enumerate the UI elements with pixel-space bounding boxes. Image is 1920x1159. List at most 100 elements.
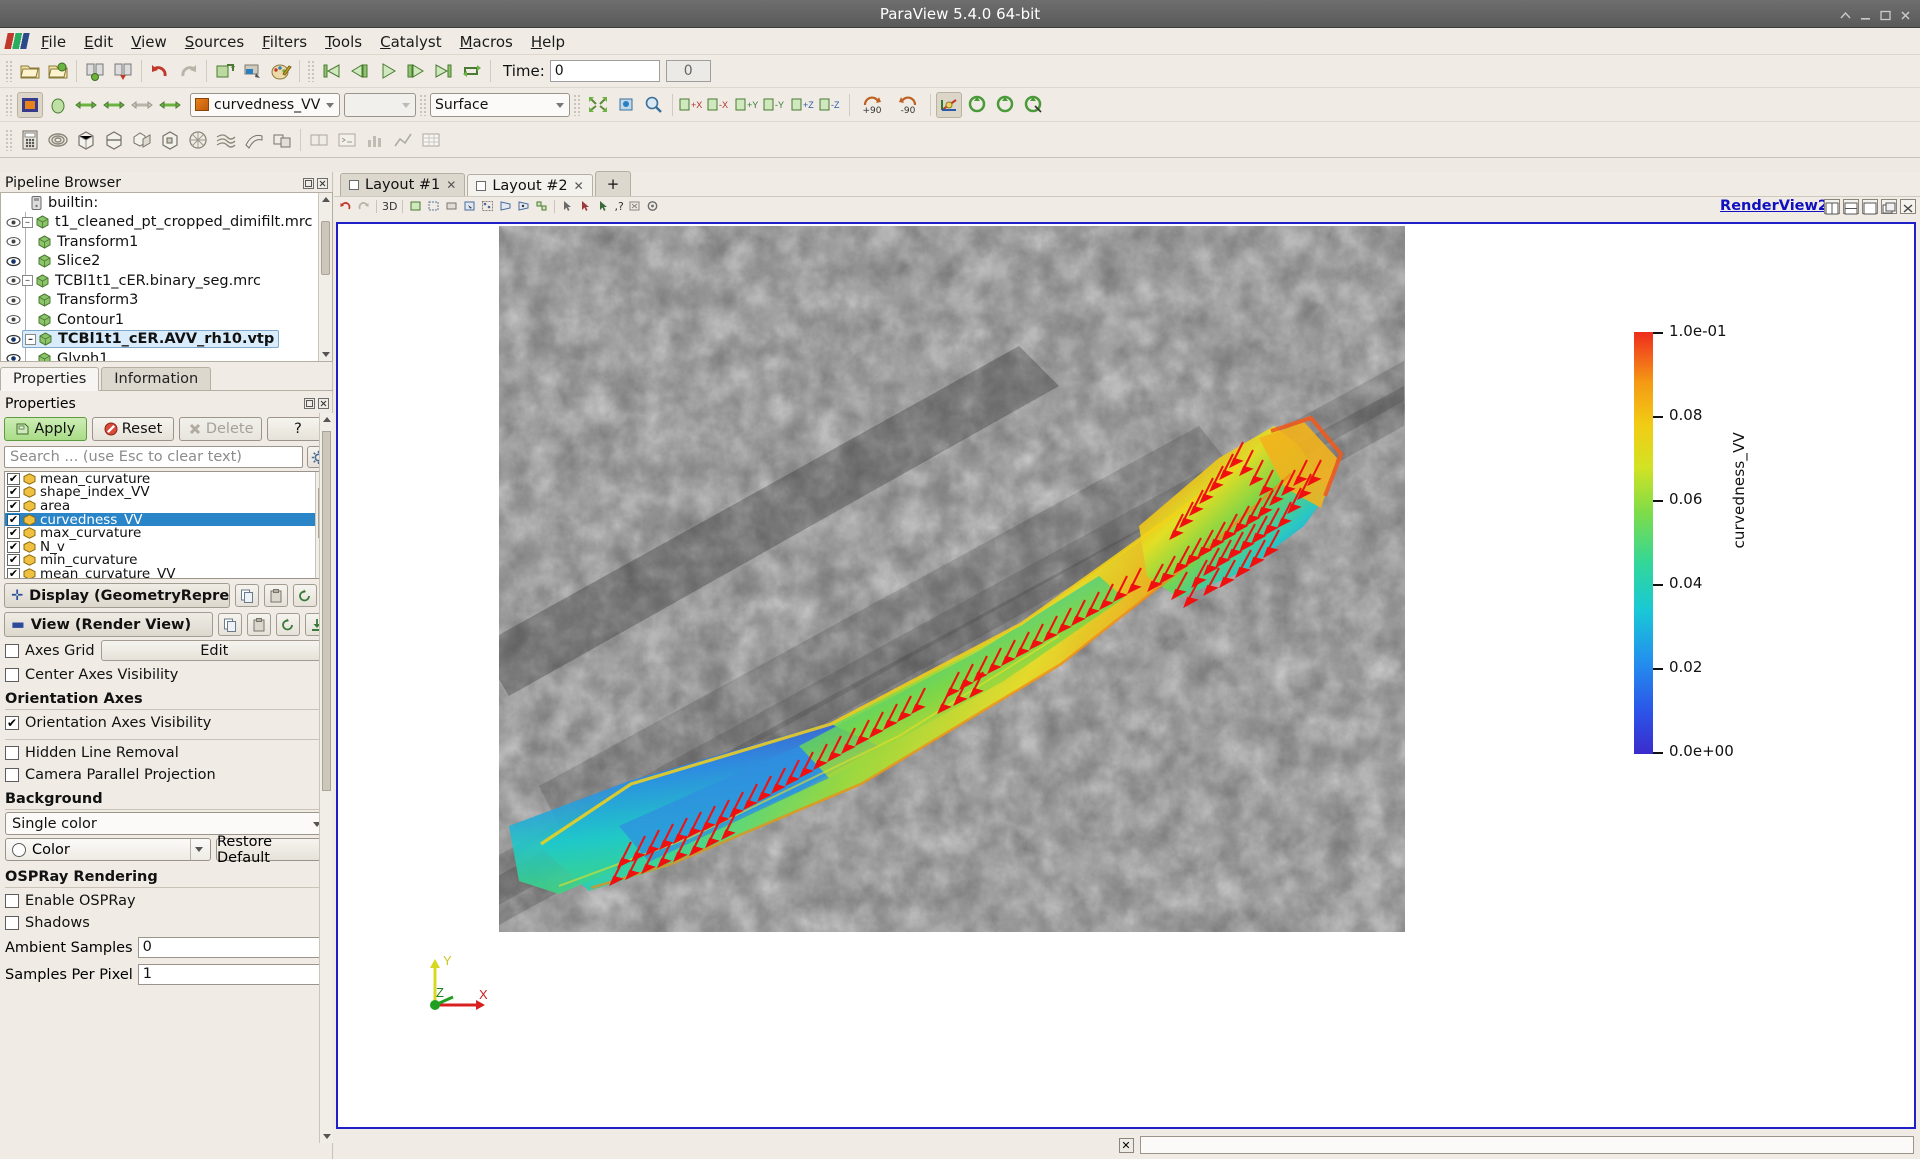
interaction-mode-3d-label[interactable]: 3D bbox=[382, 200, 397, 213]
array-checkbox[interactable]: ✔ bbox=[7, 527, 20, 539]
array-checkbox[interactable]: ✔ bbox=[7, 554, 20, 566]
render-view[interactable]: Y X Z 1.0e-01 0.08 0.06 0.04 0.02 bbox=[336, 222, 1916, 1129]
warp-icon[interactable] bbox=[241, 127, 267, 153]
axes-grid-edit-button[interactable]: Edit bbox=[101, 640, 328, 661]
scroll-thumb[interactable] bbox=[321, 221, 330, 275]
redo-camera-icon[interactable] bbox=[240, 58, 266, 84]
close-icon[interactable]: ✕ bbox=[574, 179, 584, 193]
scroll-down-icon[interactable] bbox=[322, 352, 330, 357]
array-selection-list[interactable]: ✔ mean_curvature ✔ shape_index_VV ✔ area… bbox=[4, 471, 329, 579]
camera-link-icon[interactable] bbox=[645, 199, 660, 214]
camera-grip[interactable] bbox=[573, 94, 581, 116]
color-palette-icon[interactable] bbox=[268, 58, 294, 84]
shade-icon[interactable] bbox=[1839, 7, 1852, 20]
pipeline-selected-item[interactable]: – TCBl1t1_cER.AVV_rh10.vtp bbox=[22, 330, 279, 348]
minimize-icon[interactable] bbox=[1859, 7, 1872, 20]
frustum-select-cells-icon[interactable] bbox=[498, 199, 513, 214]
rotate-plus-90-icon[interactable]: +90 bbox=[855, 92, 889, 118]
edit-color-map-icon[interactable] bbox=[17, 92, 43, 118]
rescale-data-range-icon[interactable] bbox=[45, 92, 71, 118]
previous-frame-icon[interactable] bbox=[347, 58, 373, 84]
layout-tab-1[interactable]: Layout #1 ✕ bbox=[340, 173, 465, 196]
tab-information[interactable]: Information bbox=[101, 367, 211, 390]
menu-help[interactable]: Help bbox=[522, 30, 574, 54]
restore-default-button[interactable]: Restore Default bbox=[216, 838, 328, 861]
histogram-icon[interactable] bbox=[362, 127, 388, 153]
first-frame-icon[interactable] bbox=[319, 58, 345, 84]
time-input[interactable]: 0 bbox=[550, 60, 660, 82]
stream-tracer-icon[interactable] bbox=[213, 127, 239, 153]
reset-center-icon[interactable] bbox=[1020, 92, 1046, 118]
pipeline-scrollbar[interactable] bbox=[318, 193, 332, 361]
loop-icon[interactable] bbox=[459, 58, 485, 84]
load-state-icon[interactable] bbox=[110, 58, 136, 84]
visibility-eye-icon[interactable] bbox=[4, 256, 22, 267]
reset-properties-icon[interactable] bbox=[276, 613, 300, 636]
scalar-bar[interactable]: 1.0e-01 0.08 0.06 0.04 0.02 0.0e+00 curv… bbox=[1634, 314, 1794, 804]
redo-icon[interactable] bbox=[175, 58, 201, 84]
pipeline-item-3[interactable]: – TCBl1t1_cER.binary_seg.mrc bbox=[1, 271, 332, 291]
array-checkbox[interactable]: ✔ bbox=[7, 514, 20, 526]
shadows-checkbox[interactable] bbox=[5, 916, 19, 930]
undo-camera-icon[interactable] bbox=[212, 58, 238, 84]
open-file-icon[interactable] bbox=[17, 58, 43, 84]
chevron-down-icon[interactable] bbox=[402, 103, 410, 108]
pipeline-item-2[interactable]: Slice2 bbox=[1, 252, 332, 272]
chevron-down-icon[interactable] bbox=[326, 103, 334, 108]
threshold-icon[interactable] bbox=[129, 127, 155, 153]
pipeline-close-icon[interactable] bbox=[317, 178, 328, 189]
reset-button[interactable]: Reset bbox=[92, 417, 175, 441]
enable-ospray-checkbox[interactable] bbox=[5, 894, 19, 908]
visibility-eye-icon[interactable] bbox=[4, 314, 22, 325]
chevron-down-icon[interactable] bbox=[190, 839, 206, 860]
rescale-over-time-icon[interactable] bbox=[129, 92, 155, 118]
pipeline-root[interactable]: builtin: bbox=[1, 193, 332, 213]
array-row[interactable]: ✔ mean_curvature_VV bbox=[5, 567, 328, 579]
last-frame-icon[interactable] bbox=[431, 58, 457, 84]
rep-toolbar-grip[interactable] bbox=[5, 94, 13, 116]
visibility-eye-icon[interactable] bbox=[4, 217, 22, 228]
next-frame-icon[interactable] bbox=[403, 58, 429, 84]
vcr-toolbar-grip[interactable] bbox=[307, 60, 315, 82]
ambient-samples-input[interactable]: 0 bbox=[138, 937, 328, 958]
split-horizontal-icon[interactable] bbox=[1824, 199, 1840, 214]
visibility-eye-icon[interactable] bbox=[4, 275, 22, 286]
interactive-select-cells-icon[interactable] bbox=[560, 199, 575, 214]
maximize-icon[interactable] bbox=[1879, 7, 1892, 20]
expander-icon[interactable]: – bbox=[22, 275, 33, 286]
expander-icon[interactable]: – bbox=[25, 334, 36, 345]
calculator-icon[interactable] bbox=[17, 127, 43, 153]
array-checkbox[interactable]: ✔ bbox=[7, 541, 20, 553]
cancel-icon[interactable]: ✕ bbox=[1119, 1138, 1134, 1153]
menu-file[interactable]: File bbox=[32, 30, 75, 54]
copy-icon[interactable] bbox=[218, 613, 242, 636]
layout-tab-2[interactable]: Layout #2 ✕ bbox=[467, 174, 592, 197]
reset-range-icon[interactable] bbox=[444, 199, 459, 214]
copy-icon[interactable] bbox=[235, 584, 259, 607]
paste-icon[interactable] bbox=[264, 584, 288, 607]
rescale-temporal-icon[interactable] bbox=[157, 92, 183, 118]
visibility-eye-icon[interactable] bbox=[4, 236, 22, 247]
zoom-to-box-icon[interactable] bbox=[426, 199, 441, 214]
representation-combo[interactable]: Surface bbox=[430, 93, 570, 117]
properties-float-icon[interactable] bbox=[304, 398, 315, 409]
filters-grip[interactable] bbox=[5, 129, 13, 151]
contour-icon[interactable] bbox=[45, 127, 71, 153]
pipeline-item-6[interactable]: – TCBl1t1_cER.AVV_rh10.vtp bbox=[1, 330, 332, 350]
view-name-label[interactable]: RenderView2 bbox=[1720, 198, 1828, 214]
pipeline-item-4[interactable]: Transform3 bbox=[1, 291, 332, 311]
properties-close-icon[interactable] bbox=[318, 398, 329, 409]
redo-view-icon[interactable] bbox=[356, 199, 371, 214]
pipeline-browser[interactable]: builtin: – t1_cleaned_pt_cropped_dimifil… bbox=[0, 192, 333, 362]
open-recent-icon[interactable] bbox=[45, 58, 71, 84]
reset-properties-icon[interactable] bbox=[293, 584, 317, 607]
array-checkbox[interactable]: ✔ bbox=[7, 486, 20, 498]
link-camera-icon[interactable] bbox=[306, 127, 332, 153]
close-view-icon[interactable] bbox=[1900, 199, 1916, 214]
neg-y-icon[interactable]: -Y bbox=[762, 92, 788, 118]
visibility-eye-icon[interactable] bbox=[4, 295, 22, 306]
time-index-input[interactable]: 0 bbox=[666, 60, 711, 82]
zoom-closest-icon[interactable] bbox=[641, 92, 667, 118]
select-help-icon[interactable]: ,? bbox=[614, 200, 623, 213]
neg-z-icon[interactable]: -Z bbox=[818, 92, 844, 118]
